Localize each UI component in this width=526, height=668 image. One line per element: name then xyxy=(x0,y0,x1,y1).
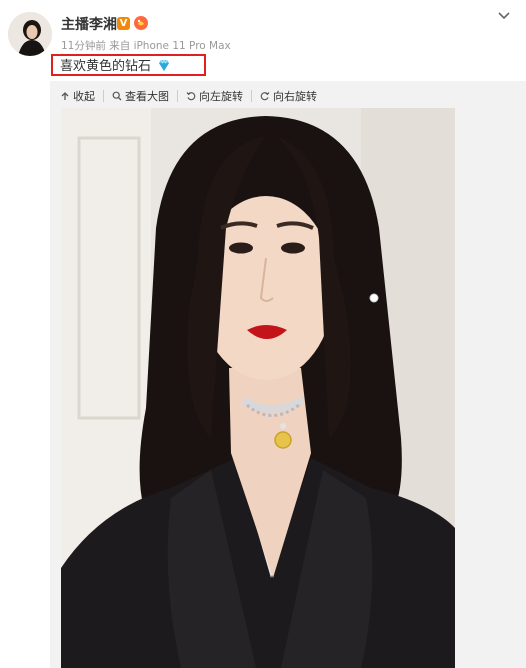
author-name[interactable]: 主播李湘 xyxy=(61,14,117,34)
collapse-label: 收起 xyxy=(73,90,95,103)
rotate-right-button[interactable]: 向右旋转 xyxy=(260,88,317,104)
post-time[interactable]: 11分钟前 xyxy=(61,40,106,52)
source-prefix: 来自 xyxy=(109,40,131,52)
rotate-left-label: 向左旋转 xyxy=(199,90,243,103)
avatar[interactable] xyxy=(8,12,52,56)
post-photo[interactable] xyxy=(61,108,455,668)
verified-badge: V xyxy=(117,17,130,30)
view-large-label: 查看大图 xyxy=(125,90,169,103)
chevron-down-icon[interactable] xyxy=(496,8,512,22)
highlight-annotation xyxy=(51,54,206,76)
rotate-right-label: 向右旋转 xyxy=(273,90,317,103)
view-large-button[interactable]: 查看大图 xyxy=(112,88,169,104)
fan-badge-icon xyxy=(133,15,149,31)
rotate-right-icon xyxy=(260,92,270,101)
media-toolbar: 收起 查看大图 向左旋转 向右旋转 xyxy=(60,88,325,104)
divider xyxy=(103,90,104,102)
rotate-left-icon xyxy=(186,92,196,101)
divider xyxy=(177,90,178,102)
collapse-button[interactable]: 收起 xyxy=(60,88,95,104)
post-meta: 11分钟前 来自 iPhone 11 Pro Max xyxy=(61,38,231,53)
post-source[interactable]: iPhone 11 Pro Max xyxy=(134,40,231,52)
collapse-icon xyxy=(61,92,69,100)
search-icon xyxy=(112,91,122,101)
rotate-left-button[interactable]: 向左旋转 xyxy=(186,88,243,104)
divider xyxy=(251,90,252,102)
